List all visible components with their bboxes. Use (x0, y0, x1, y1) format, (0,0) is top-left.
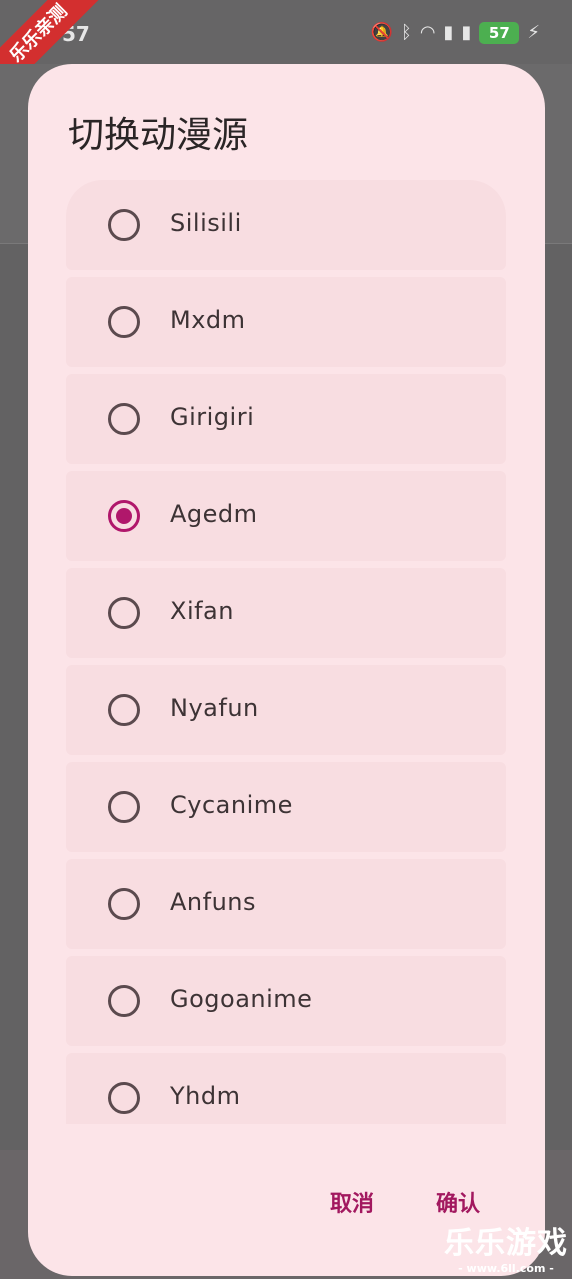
status-icons: 🔕 ᛒ ◠ ▮ ▮ 57 ⚡ (371, 22, 540, 44)
radio-unchecked-icon[interactable] (108, 1082, 140, 1114)
radio-unchecked-icon[interactable] (108, 791, 140, 823)
watermark-main: 乐乐游戏 (444, 1226, 568, 1261)
source-switch-dialog: 切换动漫源 Silisili Mxdm Girigiri Agedm Xifan Nyaf… (28, 64, 545, 1276)
option-label: Xifan (170, 597, 234, 625)
mute-icon: 🔕 (370, 22, 394, 43)
radio-option[interactable]: Girigiri (66, 374, 506, 464)
radio-unchecked-icon[interactable] (108, 888, 140, 920)
option-label: Cycanime (170, 791, 293, 819)
option-label: Yhdm (170, 1082, 241, 1110)
5g-signal-icon: ▮ (443, 22, 454, 43)
option-label: Mxdm (170, 306, 246, 334)
radio-option[interactable]: Silisili (66, 180, 506, 270)
watermark: 乐乐游戏 - www.6ll.com - (444, 1218, 568, 1275)
radio-option[interactable]: Nyafun (66, 665, 506, 755)
wifi-icon: ◠ (419, 22, 436, 43)
radio-option[interactable]: Cycanime (66, 762, 506, 852)
option-label: Girigiri (170, 403, 255, 431)
radio-option[interactable]: Anfuns (66, 859, 506, 949)
radio-option[interactable]: Gogoanime (66, 956, 506, 1046)
option-label: Silisili (170, 209, 242, 237)
radio-option[interactable]: Yhdm (66, 1053, 506, 1124)
option-label: Gogoanime (170, 985, 313, 1013)
radio-unchecked-icon[interactable] (108, 209, 140, 241)
radio-unchecked-icon[interactable] (108, 403, 140, 435)
radio-unchecked-icon[interactable] (108, 597, 140, 629)
options-list[interactable]: Silisili Mxdm Girigiri Agedm Xifan Nyafun Cyca… (66, 180, 506, 1124)
charging-icon: ⚡ (527, 22, 540, 43)
watermark-sub: - www.6ll.com - (458, 1262, 554, 1275)
5g-signal-icon: ▮ (461, 22, 472, 43)
option-label: Anfuns (170, 888, 257, 916)
radio-option[interactable]: Mxdm (66, 277, 506, 367)
radio-checked-icon[interactable] (108, 500, 140, 532)
radio-unchecked-icon[interactable] (108, 306, 140, 338)
radio-option[interactable]: Agedm (66, 471, 506, 561)
battery-indicator: 57 (479, 22, 520, 44)
cancel-button[interactable]: 取消 (330, 1186, 374, 1218)
bluetooth-icon: ᛒ (401, 22, 412, 43)
option-label: Agedm (170, 500, 258, 528)
radio-unchecked-icon[interactable] (108, 694, 140, 726)
dialog-title: 切换动漫源 (68, 115, 249, 156)
radio-unchecked-icon[interactable] (108, 985, 140, 1017)
option-label: Nyafun (170, 694, 259, 722)
confirm-button[interactable]: 确认 (436, 1186, 480, 1218)
radio-option[interactable]: Xifan (66, 568, 506, 658)
